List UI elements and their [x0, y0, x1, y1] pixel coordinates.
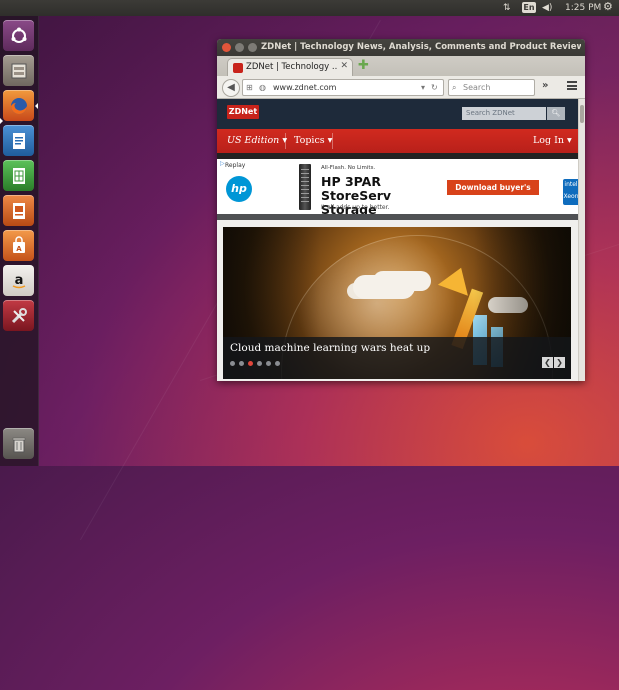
page-info-icon[interactable]: ⊞: [246, 81, 253, 94]
intel-xeon-badge: intel Xeon: [563, 179, 578, 205]
settings-tools-icon: [3, 300, 34, 331]
nav-edition-label: US Edition: [227, 135, 280, 146]
file-cabinet-icon: [3, 55, 34, 86]
carousel-next-button[interactable]: ❯: [554, 357, 565, 368]
search-bar[interactable]: ⌕ Search: [448, 79, 535, 96]
server-rack-image: [299, 164, 311, 210]
tab-strip: ZDNet | Technology ... ✕ ✚: [217, 56, 585, 77]
maximize-window-button[interactable]: [248, 43, 257, 52]
launcher-item-amazon[interactable]: a: [3, 265, 34, 296]
nav-edition[interactable]: US Edition ▾: [227, 135, 287, 147]
zdnet-logo[interactable]: ZDNet: [227, 105, 259, 119]
history-dropdown-icon[interactable]: ▾: [421, 81, 425, 94]
tab-zdnet[interactable]: ZDNet | Technology ... ✕: [227, 58, 353, 77]
ad-tagline: It all adds up to better.: [321, 204, 390, 211]
svg-text:A: A: [16, 245, 22, 253]
ad-flash-text: All-Flash. No Limits.: [321, 165, 376, 171]
nav-login-label: Log In: [533, 135, 565, 146]
launcher-item-calc[interactable]: [3, 160, 34, 191]
launcher-item-firefox[interactable]: [3, 90, 34, 121]
window-titlebar[interactable]: ZDNet | Technology News, Analysis, Comme…: [217, 39, 585, 56]
calc-spreadsheet-icon: [3, 160, 34, 191]
page-viewport[interactable]: ZDNet Search ZDNet 🔍︎ US Edition ▾ Topic…: [217, 99, 578, 381]
ad-choices-icon[interactable]: ▷: [220, 160, 225, 167]
hp-logo: hp: [226, 176, 252, 202]
minimize-window-button[interactable]: [235, 43, 244, 52]
reload-icon[interactable]: ↻: [431, 81, 438, 94]
download-buyers-guide-button[interactable]: Download buyer's guide: [447, 180, 539, 207]
power-gear-icon[interactable]: ⚙: [603, 1, 613, 13]
zdnet-search-button[interactable]: 🔍︎: [547, 107, 565, 120]
ad-replay-label[interactable]: Replay: [225, 162, 245, 169]
back-button[interactable]: ◀: [222, 79, 240, 97]
launcher-item-writer[interactable]: [3, 125, 34, 156]
writer-document-icon: [3, 125, 34, 156]
svg-text:a: a: [14, 273, 23, 288]
zdnet-favicon-icon: [233, 63, 243, 73]
tab-title: ZDNet | Technology ...: [246, 62, 338, 72]
carousel-dot[interactable]: [266, 361, 271, 366]
focused-indicator: [35, 103, 38, 109]
scrollbar-thumb[interactable]: [580, 105, 584, 123]
search-icon: ⌕: [452, 83, 457, 92]
hamburger-menu-icon[interactable]: [567, 81, 577, 90]
shopping-bag-icon: A: [3, 230, 34, 261]
zdnet-nav-bar: US Edition ▾ Topics ▾ Log In ▾: [217, 129, 578, 153]
firefox-icon: [3, 90, 34, 121]
volume-icon[interactable]: ◀): [542, 2, 552, 14]
close-window-button[interactable]: [222, 43, 231, 52]
hero-carousel[interactable]: Cloud machine learning wars heat up ❮ ❯: [223, 227, 571, 379]
vertical-scrollbar[interactable]: [578, 99, 585, 381]
carousel-prev-button[interactable]: ❮: [542, 357, 553, 368]
zdnet-header: ZDNet Search ZDNet 🔍︎: [217, 99, 578, 129]
search-placeholder: Search: [463, 83, 491, 92]
hp-advertisement[interactable]: ▷ Replay hp All-Flash. No Limits. HP 3PA…: [217, 159, 578, 217]
running-indicator: [0, 118, 3, 124]
launcher-item-settings[interactable]: [3, 300, 34, 331]
carousel-dot[interactable]: [275, 361, 280, 366]
new-tab-icon[interactable]: ✚: [358, 59, 369, 72]
nav-divider: [332, 133, 333, 149]
trash-icon: [3, 428, 34, 459]
url-bar[interactable]: ⊞ ◍ www.zdnet.com ▾ ↻: [242, 79, 444, 96]
nav-divider: [285, 133, 286, 149]
launcher-item-trash[interactable]: [3, 428, 34, 459]
content-divider: [217, 214, 578, 220]
carousel-dot[interactable]: [239, 361, 244, 366]
window-title: ZDNet | Technology News, Analysis, Comme…: [261, 42, 581, 52]
firefox-window[interactable]: ZDNet | Technology News, Analysis, Comme…: [217, 39, 585, 381]
launcher-item-files[interactable]: [3, 55, 34, 86]
amazon-icon: a: [3, 265, 34, 296]
top-panel: ⇅ En ◀) 1:25 PM ⚙: [0, 0, 619, 16]
network-icon[interactable]: ⇅: [503, 2, 511, 14]
clock[interactable]: 1:25 PM: [565, 2, 601, 14]
nav-login[interactable]: Log In ▾: [533, 135, 572, 147]
keyboard-layout-indicator[interactable]: En: [522, 2, 536, 13]
zdnet-search-input[interactable]: Search ZDNet: [462, 107, 546, 120]
globe-icon: ◍: [259, 83, 266, 92]
close-tab-icon[interactable]: ✕: [340, 61, 348, 71]
overflow-chevron-icon[interactable]: »: [542, 80, 548, 91]
nav-topics-label: Topics: [294, 135, 325, 146]
launcher-item-dash[interactable]: [3, 20, 34, 51]
hero-headline[interactable]: Cloud machine learning wars heat up: [230, 342, 530, 355]
impress-presentation-icon: [3, 195, 34, 226]
carousel-dot[interactable]: [257, 361, 262, 366]
carousel-dot[interactable]: [230, 361, 235, 366]
launcher: A a: [0, 16, 39, 466]
nav-topics[interactable]: Topics ▾: [294, 135, 332, 147]
ubuntu-logo-icon: [3, 20, 34, 51]
launcher-item-impress[interactable]: [3, 195, 34, 226]
navigation-toolbar: ◀ ⊞ ◍ www.zdnet.com ▾ ↻ ⌕ Search »: [217, 76, 585, 99]
launcher-item-software[interactable]: A: [3, 230, 34, 261]
carousel-dot-active[interactable]: [248, 361, 253, 366]
url-text: www.zdnet.com: [273, 83, 337, 92]
